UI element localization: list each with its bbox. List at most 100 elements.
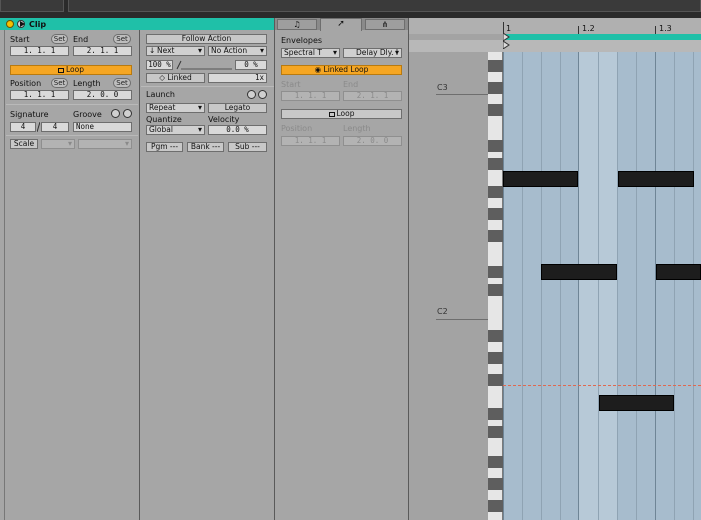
env-length-label: Length: [343, 124, 371, 133]
black-key: [488, 186, 503, 198]
multiplier-field[interactable]: 1x: [208, 73, 267, 83]
black-key: [488, 208, 503, 220]
length-set-button[interactable]: Set: [113, 78, 131, 88]
c2-label: C2: [437, 307, 448, 316]
env-position-label: Position: [281, 124, 313, 133]
signature-label: Signature: [10, 110, 49, 119]
scale-guide-line: [503, 385, 701, 386]
branch-icon[interactable]: ⋔: [365, 19, 405, 30]
chance-a-field[interactable]: 100 %: [146, 60, 173, 70]
envelopes-label: Envelopes: [281, 36, 323, 45]
black-key: [488, 104, 503, 116]
loop-icon: [58, 67, 64, 73]
scale-button[interactable]: Scale: [10, 139, 38, 149]
scale-root-dropdown[interactable]: [41, 139, 75, 149]
envelope-icon[interactable]: ➚: [320, 18, 362, 31]
clip-loop-button[interactable]: Loop: [10, 65, 132, 75]
black-key: [488, 230, 503, 242]
midi-note[interactable]: [656, 264, 701, 280]
octave-line: [436, 94, 488, 95]
launch-label: Launch: [146, 90, 175, 99]
chance-slider[interactable]: [175, 60, 232, 70]
follow-action-b-dropdown[interactable]: No Action: [208, 46, 267, 56]
next-icon[interactable]: [258, 90, 267, 99]
env-start-field[interactable]: 1. 1. 1: [281, 91, 340, 101]
power-icon[interactable]: [6, 20, 14, 28]
loop-start-marker[interactable]: [502, 32, 511, 42]
grid-line: [617, 52, 618, 520]
clip-title: Clip: [29, 20, 47, 29]
c3-label: C3: [437, 83, 448, 92]
signature-numerator[interactable]: 4: [10, 122, 36, 132]
groove-hot-swap-icon[interactable]: [111, 109, 120, 118]
end-field[interactable]: 2. 1. 1: [73, 46, 132, 56]
midi-note[interactable]: [503, 171, 578, 187]
black-key: [488, 426, 503, 438]
ruler-mark: 1: [506, 24, 512, 33]
launch-mode-dropdown[interactable]: Repeat: [146, 103, 205, 113]
marker-strip: [409, 40, 701, 52]
black-key: [488, 408, 503, 420]
length-field[interactable]: 2. 0. 0: [73, 90, 132, 100]
panel-edge: [4, 30, 5, 520]
ruler-mark: 1.2: [582, 24, 595, 33]
env-position-field[interactable]: 1. 1. 1: [281, 136, 340, 146]
velocity-field[interactable]: 0.0 %: [208, 125, 267, 135]
ruler-tick: [578, 26, 579, 34]
groove-field[interactable]: None: [73, 122, 132, 132]
quantize-dropdown[interactable]: Global: [146, 125, 205, 135]
black-key: [488, 374, 503, 386]
velocity-label: Velocity: [208, 115, 240, 124]
env-loop-button[interactable]: Loop: [281, 109, 402, 119]
black-key: [488, 266, 503, 278]
note-icon[interactable]: ♫: [277, 19, 317, 30]
end-set-button[interactable]: Set: [113, 34, 131, 44]
linked-loop-button[interactable]: ◉ Linked Loop: [281, 65, 402, 75]
black-key: [488, 478, 503, 490]
signature-denominator[interactable]: 4: [41, 122, 69, 132]
loop-icon: [328, 111, 335, 117]
top-bar-segment: [68, 0, 701, 12]
grid-line: [674, 52, 675, 520]
follow-action-button[interactable]: Follow Action: [146, 34, 267, 44]
envelope-control-dropdown[interactable]: Delay Dly. I: [343, 48, 402, 58]
divider: [141, 86, 274, 87]
legato-button[interactable]: Legato: [208, 103, 267, 113]
link-icon: ◉: [314, 65, 324, 74]
program-change-button[interactable]: Pgm ---: [146, 142, 183, 152]
prev-icon[interactable]: [247, 90, 256, 99]
play-icon[interactable]: [17, 20, 25, 28]
env-end-field[interactable]: 2. 1. 1: [343, 91, 402, 101]
black-key: [488, 82, 503, 94]
bank-change-button[interactable]: Bank ---: [187, 142, 224, 152]
start-marker[interactable]: [502, 40, 511, 50]
sub-bank-button[interactable]: Sub ---: [228, 142, 267, 152]
groove-commit-icon[interactable]: [123, 109, 132, 118]
length-label: Length: [73, 79, 101, 88]
envelope-device-dropdown[interactable]: Spectral T: [281, 48, 340, 58]
start-field[interactable]: 1. 1. 1: [10, 46, 69, 56]
midi-note[interactable]: [618, 171, 694, 187]
env-length-field[interactable]: 2. 0. 0: [343, 136, 402, 146]
grid-line: [541, 52, 542, 520]
midi-note[interactable]: [599, 395, 674, 411]
groove-label: Groove: [73, 110, 102, 119]
position-field[interactable]: 1. 1. 1: [10, 90, 69, 100]
env-start-label: Start: [281, 80, 301, 89]
top-bar-segment: [0, 0, 64, 12]
grid-line: [636, 52, 637, 520]
grid-line: [598, 52, 599, 520]
grid-line: [655, 52, 656, 520]
ruler-mark: 1.3: [659, 24, 672, 33]
grid-line: [503, 52, 504, 520]
timeline-ruler[interactable]: [409, 18, 701, 34]
follow-action-a-dropdown[interactable]: ↓ Next: [146, 46, 205, 56]
ruler-tick: [655, 26, 656, 34]
start-set-button[interactable]: Set: [51, 34, 68, 44]
midi-note[interactable]: [541, 264, 617, 280]
linked-button[interactable]: ◇ Linked: [146, 73, 205, 83]
chance-b-field[interactable]: 0 %: [235, 60, 267, 70]
scale-name-dropdown[interactable]: [78, 139, 132, 149]
position-set-button[interactable]: Set: [51, 78, 68, 88]
top-bar: [0, 0, 701, 18]
